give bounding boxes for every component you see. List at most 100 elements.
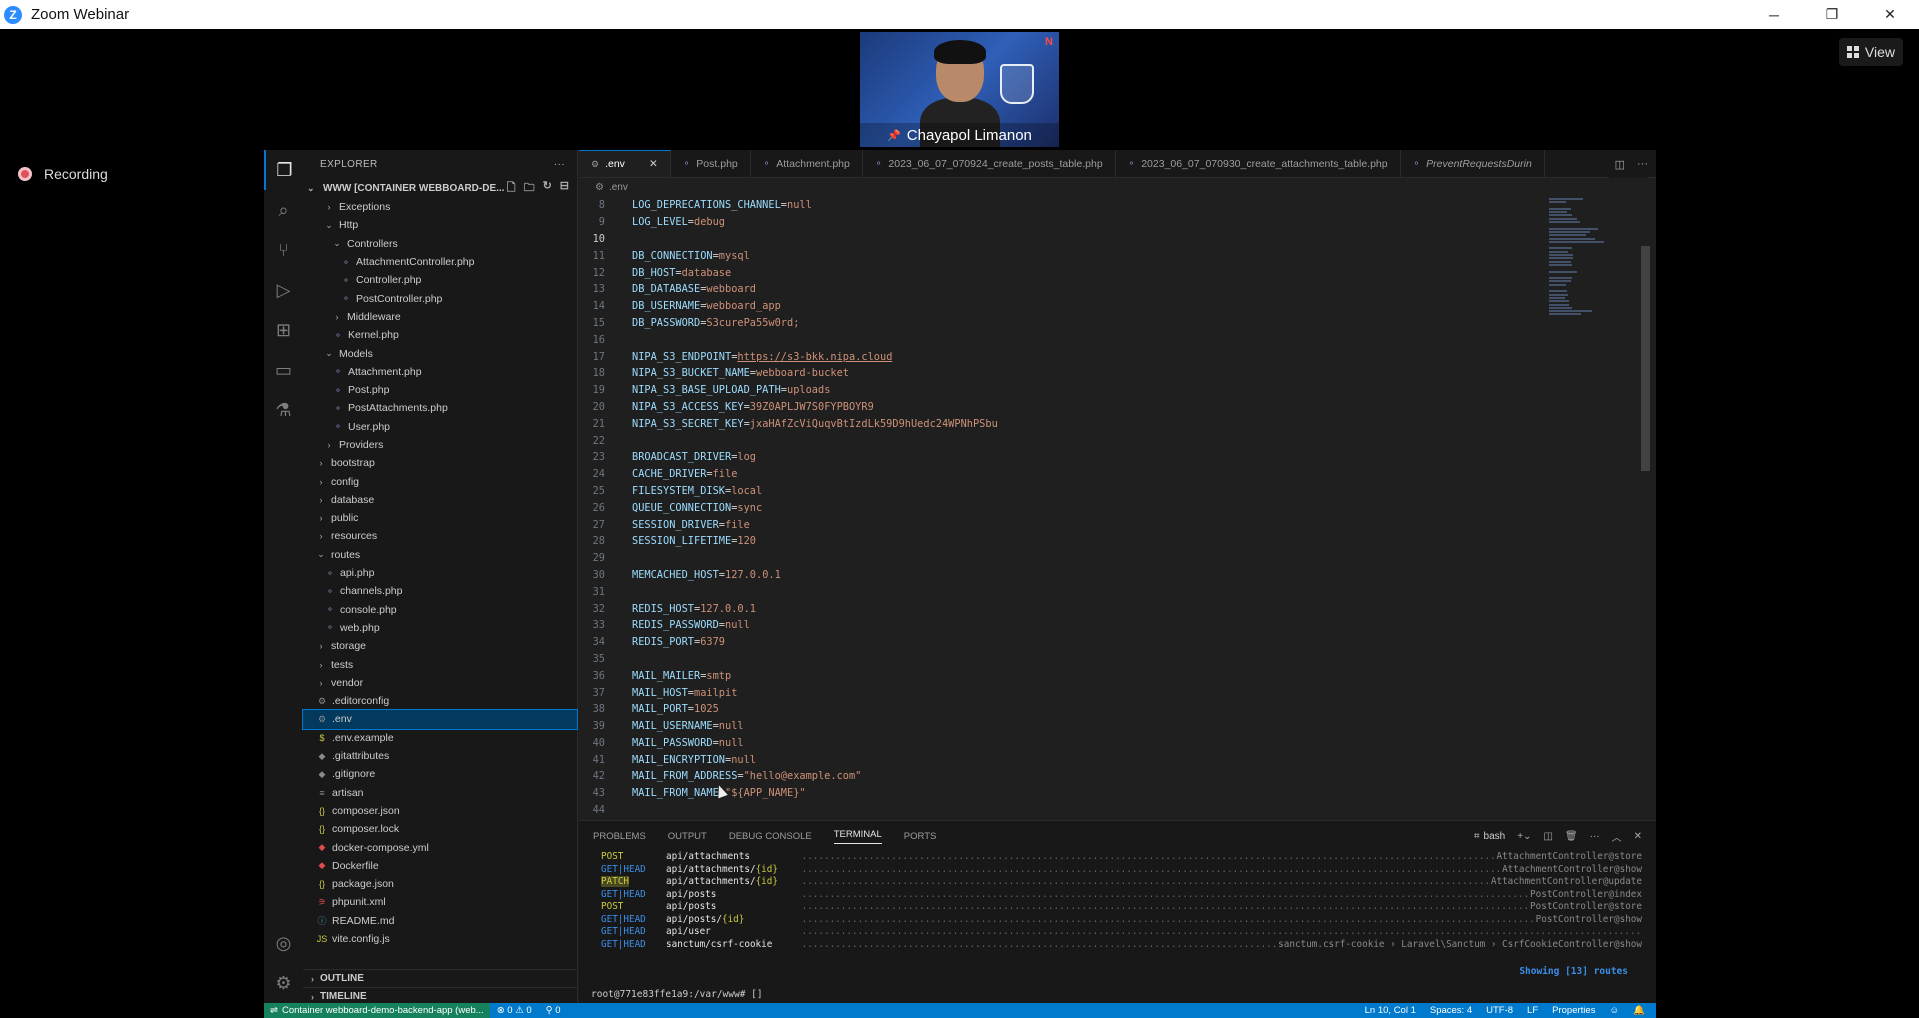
settings-gear-icon[interactable]: ⚙ xyxy=(264,963,303,1003)
ports-status[interactable]: ⚲ 0 xyxy=(539,1005,568,1016)
file-item[interactable]: ⚬ Controller.php xyxy=(303,271,577,289)
panel-tab[interactable]: DEBUG CONSOLE xyxy=(729,831,812,842)
remote-indicator[interactable]: ⇌ Container webboard-demo-backend-app (w… xyxy=(264,1003,490,1018)
file-item[interactable]: ⚬ web.php xyxy=(303,619,577,637)
file-item[interactable]: ⚬ User.php xyxy=(303,418,577,436)
trash-icon[interactable]: 🗑 xyxy=(1565,831,1578,842)
file-item[interactable]: $ .env.example xyxy=(303,729,577,747)
editor-scrollbar[interactable] xyxy=(1641,246,1650,471)
file-item[interactable]: {} package.json xyxy=(303,875,577,893)
panel-tab[interactable]: PORTS xyxy=(904,831,937,842)
account-icon[interactable]: ◎ xyxy=(264,923,303,963)
cursor-position[interactable]: Ln 10, Col 1 xyxy=(1358,1005,1423,1016)
view-button[interactable]: View xyxy=(1838,38,1903,66)
folder-item[interactable]: › storage xyxy=(303,637,577,655)
editor-tab[interactable]: ⚙ .env ✕ xyxy=(579,150,671,177)
file-item[interactable]: ⚙ .env xyxy=(302,709,578,730)
close-tab-icon[interactable]: ✕ xyxy=(649,158,658,170)
remote-explorer-icon[interactable]: ▭ xyxy=(264,350,303,390)
editor-tab[interactable]: ⚬ PreventRequestsDurin xyxy=(1401,150,1545,177)
problems-status[interactable]: ⊗ 0 ⚠ 0 xyxy=(490,1005,539,1016)
explorer-icon[interactable]: ❐ xyxy=(264,150,303,190)
editor-tab[interactable]: ⚬ Post.php xyxy=(671,150,751,177)
file-item[interactable]: ⚬ PostController.php xyxy=(303,289,577,307)
panel-tab[interactable]: TERMINAL xyxy=(833,829,882,844)
file-item[interactable]: ⚬ channels.php xyxy=(303,582,577,600)
workspace-root[interactable]: ⌄ WWW [CONTAINER WEBBOARD-DE... 🗋 🗀 ↻ ⊟ xyxy=(303,178,577,198)
run-debug-icon[interactable]: ▷ xyxy=(264,270,303,310)
folder-item[interactable]: ⌄ Models xyxy=(303,344,577,362)
testing-icon[interactable]: ⚗ xyxy=(264,390,303,430)
file-item[interactable]: ◆ .gitattributes xyxy=(303,747,577,765)
file-item[interactable]: JS vite.config.js xyxy=(303,930,577,948)
language-mode[interactable]: Properties xyxy=(1545,1005,1602,1016)
panel-tab[interactable]: OUTPUT xyxy=(668,831,707,842)
recording-indicator[interactable]: Recording xyxy=(18,166,108,182)
breadcrumb-file[interactable]: .env xyxy=(609,182,628,193)
file-item[interactable]: ◆ .gitignore xyxy=(303,765,577,783)
file-item[interactable]: {} composer.lock xyxy=(303,820,577,838)
terminal-selector[interactable]: ⌗ bash xyxy=(1474,831,1505,842)
eol[interactable]: LF xyxy=(1520,1005,1545,1016)
file-item[interactable]: ⚬ api.php xyxy=(303,564,577,582)
maximize-panel-icon[interactable]: ︿ xyxy=(1612,829,1622,844)
collapse-all-icon[interactable]: ⊟ xyxy=(560,179,569,198)
editor-tab[interactable]: ⚬ 2023_06_07_070924_create_posts_table.ph… xyxy=(863,150,1116,177)
file-item[interactable]: ⚬ Kernel.php xyxy=(303,326,577,344)
code-view[interactable]: 8 LOG_DEPRECATIONS_CHANNEL=null 9 LOG_LEVEL… xyxy=(579,197,1539,818)
encoding[interactable]: UTF-8 xyxy=(1479,1005,1520,1016)
folder-item[interactable]: › Middleware xyxy=(303,308,577,326)
close-panel-icon[interactable]: ✕ xyxy=(1634,831,1642,842)
minimize-button[interactable]: ─ xyxy=(1745,0,1803,29)
new-file-icon[interactable]: 🗋 xyxy=(507,179,516,198)
file-item[interactable]: ≡ artisan xyxy=(303,784,577,802)
env-value[interactable]: https://s3-bkk.nipa.cloud xyxy=(737,351,892,363)
terminal-output[interactable]: POST api/attachments ....................… xyxy=(579,851,1656,951)
extensions-icon[interactable]: ⊞ xyxy=(264,310,303,350)
file-item[interactable]: ⚬ Attachment.php xyxy=(303,363,577,381)
file-item[interactable]: ◆ docker-compose.yml xyxy=(303,838,577,856)
terminal-prompt[interactable]: root@771e83ffe1a9:/var/www# [] xyxy=(591,989,763,1000)
restore-button[interactable]: ❐ xyxy=(1803,0,1861,29)
file-item[interactable]: ⓘ README.md xyxy=(303,912,577,930)
file-item[interactable]: ⚬ Post.php xyxy=(303,381,577,399)
close-button[interactable]: ✕ xyxy=(1861,0,1919,29)
folder-item[interactable]: ⌄ routes xyxy=(303,546,577,564)
editor-tab[interactable]: ⚬ 2023_06_07_070930_create_attachments_ta… xyxy=(1116,150,1401,177)
folder-item[interactable]: › tests xyxy=(303,655,577,673)
notifications-bell-icon[interactable]: 🔔 xyxy=(1626,1005,1652,1016)
file-item[interactable]: ⚬ console.php xyxy=(303,601,577,619)
panel-tab[interactable]: PROBLEMS xyxy=(593,831,646,842)
split-terminal-icon[interactable]: ◫ xyxy=(1543,831,1552,842)
file-item[interactable]: ⚬ PostAttachments.php xyxy=(303,399,577,417)
more-actions-icon[interactable]: ··· xyxy=(1637,158,1648,170)
file-item[interactable]: ⚬ AttachmentController.php xyxy=(303,253,577,271)
folder-item[interactable]: › bootstrap xyxy=(303,454,577,472)
source-control-icon[interactable]: ⑂ xyxy=(264,230,303,270)
file-item[interactable]: {} composer.json xyxy=(303,802,577,820)
split-editor-icon[interactable]: ◫ xyxy=(1615,158,1625,171)
folder-item[interactable]: › Exceptions xyxy=(303,198,577,216)
new-folder-icon[interactable]: 🗀 xyxy=(524,179,535,198)
more-actions-icon[interactable]: ··· xyxy=(1590,831,1600,842)
outline-section[interactable]: › OUTLINE xyxy=(303,969,577,987)
folder-item[interactable]: › public xyxy=(303,509,577,527)
editor-tab[interactable]: ⚬ Attachment.php xyxy=(751,150,863,177)
folder-item[interactable]: ⌄ Controllers xyxy=(303,235,577,253)
more-actions-icon[interactable]: ··· xyxy=(554,159,565,170)
folder-item[interactable]: ⌄ Http xyxy=(303,216,577,234)
search-icon[interactable]: ⌕ xyxy=(264,190,303,230)
refresh-icon[interactable]: ↻ xyxy=(543,179,552,198)
participant-video[interactable]: N 📌 Chayapol Limanon xyxy=(860,32,1059,147)
folder-item[interactable]: › vendor xyxy=(303,674,577,692)
folder-item[interactable]: › resources xyxy=(303,527,577,545)
file-item[interactable]: ⚞ phpunit.xml xyxy=(303,893,577,911)
folder-item[interactable]: › Providers xyxy=(303,436,577,454)
indentation[interactable]: Spaces: 4 xyxy=(1423,1005,1479,1016)
feedback-icon[interactable]: ☺ xyxy=(1602,1005,1626,1016)
file-item[interactable]: ⚙ .editorconfig xyxy=(303,692,577,710)
minimap[interactable] xyxy=(1549,198,1604,316)
folder-item[interactable]: › config xyxy=(303,472,577,490)
file-item[interactable]: ◆ Dockerfile xyxy=(303,857,577,875)
folder-item[interactable]: › database xyxy=(303,491,577,509)
